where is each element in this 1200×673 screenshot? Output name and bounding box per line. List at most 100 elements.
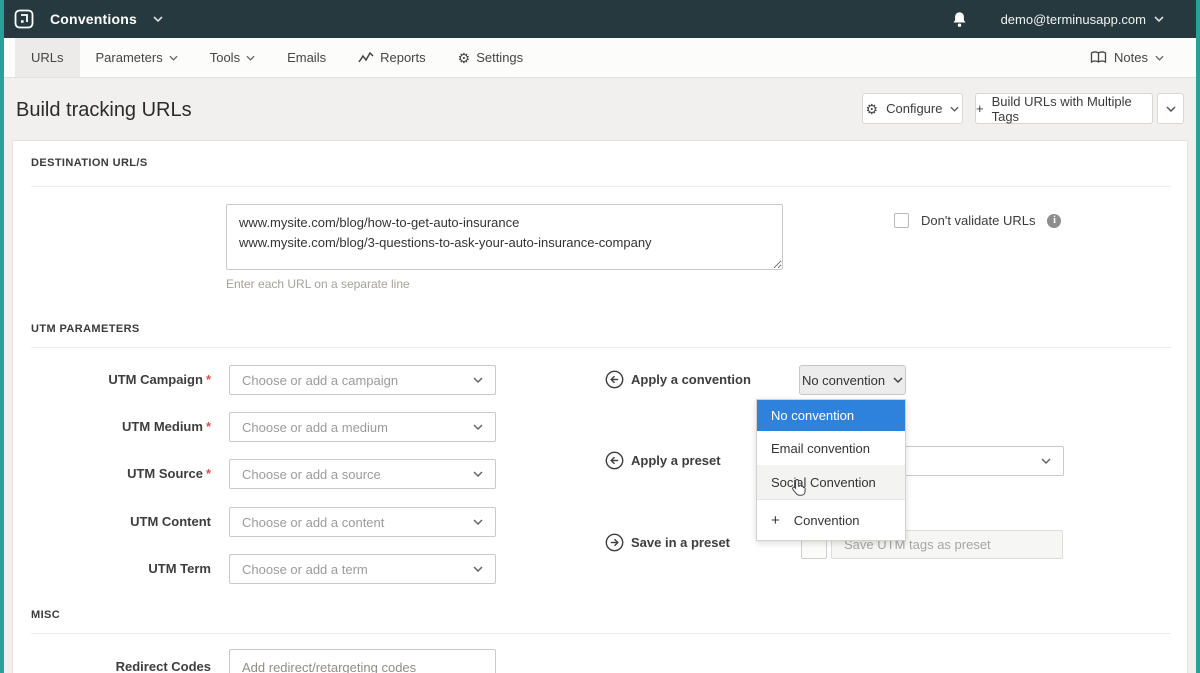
chevron-down-icon	[473, 471, 483, 477]
menu-item-no-convention[interactable]: No convention	[757, 400, 905, 431]
dont-validate-checkbox[interactable]	[894, 213, 909, 228]
app-logo-icon	[14, 9, 34, 29]
menu-item-email-convention[interactable]: Email convention	[757, 431, 905, 465]
notes-menu[interactable]: Notes	[1090, 38, 1164, 77]
build-urls-multiple-tags-button[interactable]: + Build URLs with Multiple Tags	[975, 93, 1153, 124]
convention-selected-value: No convention	[802, 373, 885, 388]
misc-section-title: MISC	[31, 609, 60, 621]
destination-hint: Enter each URL on a separate line	[226, 277, 410, 291]
activity-chart-icon	[358, 52, 374, 64]
section-divider	[31, 633, 1171, 634]
chevron-down-icon	[153, 16, 163, 22]
utm-campaign-label: UTM Campaign*	[13, 365, 211, 395]
tab-emails[interactable]: Emails	[271, 38, 342, 77]
field-label-text: Redirect Codes	[116, 659, 211, 673]
chevron-down-icon	[473, 519, 483, 525]
top-app-bar: Conventions demo@terminusapp.com	[0, 0, 1200, 38]
tab-label: Parameters	[96, 50, 163, 65]
add-convention-label: Convention	[794, 513, 860, 528]
field-label-text: UTM Content	[130, 514, 211, 529]
convention-dropdown-menu: No convention Email convention Social Co…	[756, 399, 906, 541]
chevron-down-icon	[1154, 16, 1164, 22]
build-urls-label: Build URLs with Multiple Tags	[992, 94, 1152, 124]
utm-medium-select[interactable]: Choose or add a medium	[229, 412, 496, 442]
tab-parameters[interactable]: Parameters	[80, 38, 194, 77]
configure-button[interactable]: ⚙ Configure	[862, 93, 963, 124]
book-icon	[1090, 51, 1107, 64]
tab-tools[interactable]: Tools	[194, 38, 271, 77]
menu-item-add-convention[interactable]: + Convention	[757, 500, 905, 540]
chevron-down-icon	[1155, 55, 1164, 61]
select-placeholder: Choose or add a content	[242, 515, 384, 530]
section-divider	[31, 347, 1171, 348]
section-divider	[31, 186, 1171, 187]
tab-label: Reports	[380, 50, 426, 65]
utm-term-select[interactable]: Choose or add a term	[229, 554, 496, 584]
chevron-down-icon	[473, 377, 483, 383]
field-label-text: UTM Medium	[122, 419, 203, 434]
tab-label: Tools	[210, 50, 240, 65]
chevron-down-icon	[246, 55, 255, 61]
notes-label: Notes	[1114, 50, 1148, 65]
page-title: Build tracking URLs	[16, 99, 192, 122]
required-asterisk: *	[206, 419, 211, 434]
utm-content-label: UTM Content	[13, 507, 211, 537]
plus-icon: +	[976, 101, 984, 116]
configure-label: Configure	[886, 101, 942, 116]
chevron-down-icon	[1166, 106, 1176, 112]
save-preset-label: Save in a preset	[631, 535, 730, 550]
apply-convention-label: Apply a convention	[631, 372, 751, 387]
gear-icon: ⚙	[866, 102, 879, 116]
redirect-codes-input[interactable]	[229, 649, 496, 673]
required-asterisk: *	[206, 372, 211, 387]
build-urls-dropdown-button[interactable]	[1157, 93, 1184, 124]
notifications-bell-icon[interactable]	[952, 11, 967, 28]
field-label-text: UTM Campaign	[108, 372, 203, 387]
chevron-down-icon	[473, 566, 483, 572]
utm-source-label: UTM Source*	[13, 459, 211, 489]
main-nav: URLs Parameters Tools Emails Reports ⚙ S…	[0, 38, 1200, 78]
tab-settings[interactable]: ⚙ Settings	[442, 38, 540, 77]
tab-label: Settings	[476, 50, 523, 65]
tab-reports[interactable]: Reports	[342, 38, 442, 77]
tab-label: Emails	[287, 50, 326, 65]
required-asterisk: *	[206, 466, 211, 481]
field-label-text: UTM Source	[127, 466, 203, 481]
convention-select-button[interactable]: No convention	[799, 365, 906, 395]
utm-campaign-select[interactable]: Choose or add a campaign	[229, 365, 496, 395]
apply-convention-arrow-icon	[605, 370, 624, 389]
utm-source-select[interactable]: Choose or add a source	[229, 459, 496, 489]
destination-urls-textarea[interactable]: www.mysite.com/blog/how-to-get-auto-insu…	[226, 204, 783, 270]
destination-section-title: DESTINATION URL/S	[31, 157, 148, 169]
info-icon[interactable]: i	[1047, 214, 1061, 228]
chevron-down-icon	[950, 106, 959, 112]
redirect-codes-label: Redirect Codes	[13, 652, 211, 673]
tab-urls[interactable]: URLs	[15, 38, 80, 77]
utm-content-select[interactable]: Choose or add a content	[229, 507, 496, 537]
app-brand-menu[interactable]: Conventions	[14, 9, 163, 29]
chevron-down-icon	[169, 55, 178, 61]
tab-label: URLs	[31, 50, 64, 65]
page-header: Build tracking URLs ⚙ Configure + Build …	[0, 79, 1200, 140]
apply-preset-arrow-icon	[605, 451, 624, 470]
apply-preset-label: Apply a preset	[631, 453, 721, 468]
menu-item-social-convention[interactable]: Social Convention	[757, 465, 905, 499]
select-placeholder: Choose or add a term	[242, 562, 368, 577]
field-label-text: UTM Term	[148, 561, 211, 576]
gear-icon: ⚙	[458, 51, 471, 65]
utm-section-title: UTM PARAMETERS	[31, 323, 140, 335]
build-urls-form-panel: DESTINATION URL/S www.mysite.com/blog/ho…	[12, 140, 1188, 673]
utm-medium-label: UTM Medium*	[13, 412, 211, 442]
chevron-down-icon	[1041, 458, 1051, 464]
chevron-down-icon	[893, 377, 903, 383]
select-placeholder: Choose or add a medium	[242, 420, 388, 435]
account-menu[interactable]: demo@terminusapp.com	[1001, 12, 1164, 27]
save-preset-arrow-icon	[605, 533, 624, 552]
account-email: demo@terminusapp.com	[1001, 12, 1146, 27]
brand-menu-label: Conventions	[50, 11, 137, 27]
utm-term-label: UTM Term	[13, 554, 211, 584]
select-placeholder: Choose or add a source	[242, 467, 381, 482]
dont-validate-row: Don't validate URLs i	[894, 213, 1061, 228]
dont-validate-label: Don't validate URLs	[921, 213, 1035, 228]
viewport-accent-border-left	[0, 0, 4, 673]
